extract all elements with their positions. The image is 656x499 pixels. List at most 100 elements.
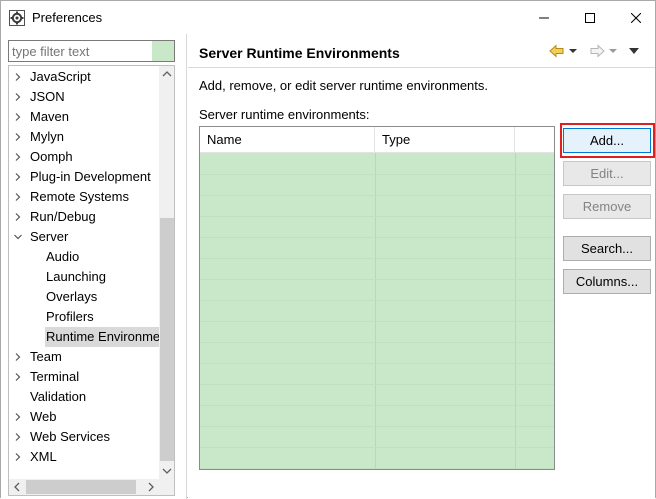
tree-item[interactable]: Overlays — [9, 287, 159, 307]
chevron-right-icon[interactable] — [13, 367, 23, 387]
table-row-line — [200, 216, 554, 217]
filter-field[interactable] — [8, 40, 175, 62]
table-row-line — [200, 321, 554, 322]
scroll-right-icon[interactable] — [143, 479, 159, 495]
tree-item[interactable]: Audio — [9, 247, 159, 267]
table-row-line — [200, 468, 554, 469]
chevron-right-icon[interactable] — [13, 67, 23, 87]
chevron-right-icon[interactable] — [13, 107, 23, 127]
preferences-tree[interactable]: JavaScript JSON Maven Mylyn Oomph Plug-in Dev… — [8, 65, 175, 496]
table-row-line — [200, 447, 554, 448]
close-icon — [631, 12, 641, 23]
scroll-up-icon[interactable] — [159, 66, 175, 82]
column-divider — [375, 153, 376, 469]
tree-item-label: Launching — [46, 269, 106, 284]
horizontal-scroll-thumb[interactable] — [26, 480, 136, 494]
tree-item[interactable]: Terminal — [9, 367, 159, 387]
filter-input[interactable] — [9, 41, 151, 61]
chevron-right-icon[interactable] — [13, 207, 23, 227]
search-button[interactable]: Search... — [563, 236, 651, 261]
tree-item-label: Profilers — [46, 309, 94, 324]
tree-item[interactable]: Maven — [9, 107, 159, 127]
maximize-button[interactable] — [567, 1, 613, 34]
tree-item-label: Remote Systems — [30, 189, 129, 204]
tree-item-label: Plug-in Development — [30, 169, 151, 184]
table-row-line — [200, 384, 554, 385]
chevron-right-icon[interactable] — [13, 447, 23, 467]
minimize-button[interactable] — [521, 1, 567, 34]
preference-page: Server Runtime Environments Add, remove,… — [188, 34, 655, 499]
chevron-right-icon[interactable] — [13, 407, 23, 427]
chevron-right-icon[interactable] — [13, 427, 23, 447]
tree-vertical-scrollbar[interactable] — [159, 66, 175, 479]
table-row-line — [200, 258, 554, 259]
close-button[interactable] — [613, 1, 656, 34]
tree-item-label: Web Services — [30, 429, 110, 444]
vertical-scroll-thumb[interactable] — [160, 218, 174, 461]
chevron-right-icon[interactable] — [13, 187, 23, 207]
tree-item-label: Mylyn — [30, 129, 64, 144]
runtime-environments-table[interactable]: Name Type — [199, 126, 555, 470]
page-description: Add, remove, or edit server runtime envi… — [199, 78, 489, 93]
tree-item-label: Server — [30, 229, 69, 244]
scroll-left-icon[interactable] — [9, 479, 25, 495]
tree-item[interactable]: Plug-in Development — [9, 167, 159, 187]
tree-item[interactable]: Remote Systems — [9, 187, 159, 207]
page-title: Server Runtime Environments — [199, 45, 400, 61]
tree-item[interactable]: Team — [9, 347, 159, 367]
table-row-line — [200, 300, 554, 301]
scroll-down-icon[interactable] — [159, 463, 175, 479]
tree-item-label: JavaScript — [30, 69, 91, 84]
column-header-type[interactable]: Type — [375, 127, 515, 153]
tree-item[interactable]: Run/Debug — [9, 207, 159, 227]
column-header-name[interactable]: Name — [200, 127, 375, 153]
tree-item[interactable]: Mylyn — [9, 127, 159, 147]
tree-item[interactable]: JSON — [9, 87, 159, 107]
add-button[interactable]: Add... — [563, 128, 651, 153]
page-header: Server Runtime Environments — [188, 34, 655, 68]
chevron-right-icon[interactable] — [13, 167, 23, 187]
tree-item[interactable]: Profilers — [9, 307, 159, 327]
preferences-navigation-pane: JavaScript JSON Maven Mylyn Oomph Plug-in Dev… — [1, 34, 187, 499]
preferences-app-icon — [9, 10, 25, 26]
chevron-right-icon[interactable] — [13, 127, 23, 147]
column-divider — [515, 153, 516, 469]
tree-item-label: Audio — [46, 249, 80, 264]
scrollbar-corner — [159, 479, 174, 495]
tree-item-label: Web — [30, 409, 57, 424]
tree-item[interactable]: Web Services — [9, 427, 159, 447]
tree-item[interactable]: Oomph — [9, 147, 159, 167]
minimize-icon — [539, 17, 549, 18]
runtime-list-label: Server runtime environments: — [199, 107, 370, 122]
chevron-right-icon[interactable] — [13, 147, 23, 167]
table-row-line — [200, 279, 554, 280]
tree-item[interactable]: Runtime Environme — [9, 327, 162, 347]
tree-item-label: Oomph — [30, 149, 73, 164]
tree-horizontal-scrollbar[interactable] — [9, 479, 159, 495]
table-row-line — [200, 174, 554, 175]
preferences-window: Preferences JavaScript JSON Maven Mylyn Oomp… — [0, 0, 656, 499]
tree-item-label: Maven — [30, 109, 70, 124]
table-header: Name Type — [200, 127, 554, 153]
tree-item[interactable]: Validation — [9, 387, 159, 407]
back-dropdown-icon[interactable] — [569, 43, 577, 59]
tree-item-label: Validation — [30, 389, 87, 404]
tree-item[interactable]: JavaScript — [9, 67, 159, 87]
tree-item[interactable]: Launching — [9, 267, 159, 287]
tree-item-label: JSON — [30, 89, 65, 104]
tree-item[interactable]: Web — [9, 407, 159, 427]
tree-item-label: Runtime Environme — [45, 327, 162, 347]
remove-button: Remove — [563, 194, 651, 219]
chevron-down-icon[interactable] — [13, 227, 23, 247]
back-arrow-icon[interactable] — [549, 43, 565, 59]
columns-button[interactable]: Columns... — [563, 269, 651, 294]
chevron-right-icon[interactable] — [13, 347, 23, 367]
tree-item-label: Team — [30, 349, 62, 364]
table-row-line — [200, 195, 554, 196]
chevron-right-icon[interactable] — [13, 87, 23, 107]
filter-clear-button[interactable] — [152, 41, 174, 61]
title-bar: Preferences — [1, 1, 655, 34]
view-menu-icon[interactable] — [629, 43, 639, 59]
tree-item[interactable]: Server — [9, 227, 159, 247]
tree-item[interactable]: XML — [9, 447, 159, 467]
